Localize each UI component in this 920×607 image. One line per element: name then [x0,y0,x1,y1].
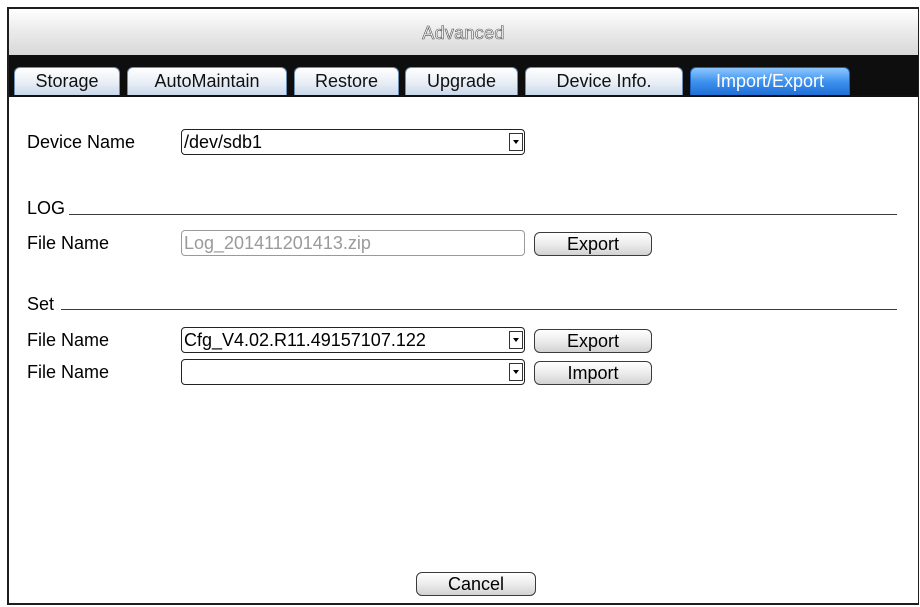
log-export-button[interactable]: Export [534,232,652,256]
tab-restore[interactable]: Restore [294,67,399,95]
set-divider [61,309,897,310]
set-import-button[interactable]: Import [534,361,652,385]
advanced-dialog: Advanced Storage AutoMaintain Restore Up… [7,7,919,605]
device-name-label: Device Name [27,132,136,152]
set-export-file-value: Cfg_V4.02.R11.49157107.122 [184,330,426,350]
device-name-select[interactable]: /dev/sdb1 [181,129,525,155]
tab-device-info[interactable]: Device Info. [525,67,683,95]
log-section-label: LOG [27,198,66,218]
import-export-panel: Device Name /dev/sdb1 LOG File Name Log_… [9,97,918,603]
tab-automaintain[interactable]: AutoMaintain [127,67,287,95]
chevron-down-icon[interactable] [509,331,523,349]
log-file-name-value: Log_201411201413.zip [184,233,371,253]
chevron-down-icon[interactable] [509,363,523,381]
set-export-file-select[interactable]: Cfg_V4.02.R11.49157107.122 [181,327,525,353]
device-name-value: /dev/sdb1 [184,132,263,152]
tab-import-export[interactable]: Import/Export [690,67,850,95]
set-export-button[interactable]: Export [534,329,652,353]
set-export-file-name-label: File Name [27,330,110,350]
title-bar: Advanced [9,9,918,56]
log-file-name-field: Log_201411201413.zip [181,230,525,256]
dialog-title: Advanced [422,23,505,44]
log-file-name-label: File Name [27,233,110,253]
tab-upgrade[interactable]: Upgrade [405,67,518,95]
cancel-button[interactable]: Cancel [416,572,536,596]
tab-strip: Storage AutoMaintain Restore Upgrade Dev… [9,55,918,97]
log-divider [69,214,897,215]
chevron-down-icon[interactable] [509,133,523,151]
set-section-label: Set [27,294,55,314]
tab-storage[interactable]: Storage [14,67,120,95]
set-import-file-name-label: File Name [27,362,110,382]
set-import-file-select[interactable] [181,359,525,385]
